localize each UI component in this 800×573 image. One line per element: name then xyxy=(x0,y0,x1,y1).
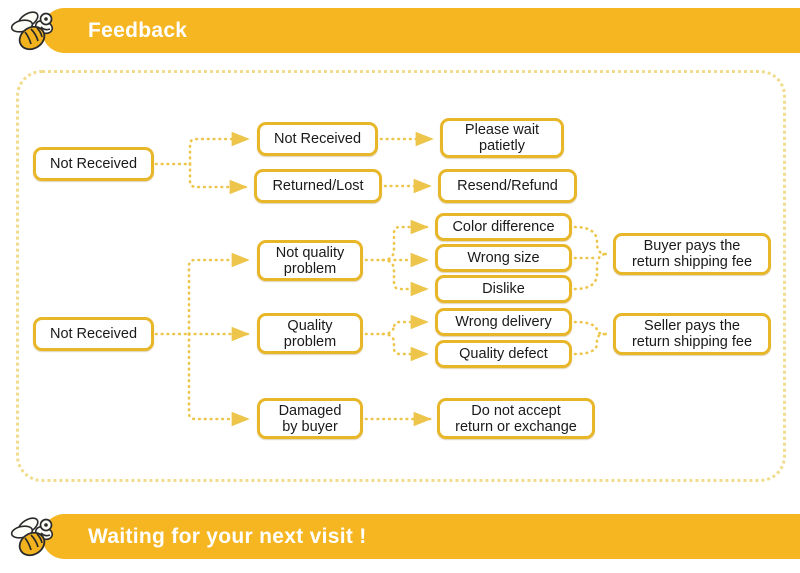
header-title: Feedback xyxy=(88,19,188,42)
flow-node-do-not-accept: Do not accept return or exchange xyxy=(437,398,595,439)
flow-node-resend-refund: Resend/Refund xyxy=(438,169,577,203)
diagram-frame xyxy=(16,70,786,482)
flow-node-buyer-pays-fee: Buyer pays the return shipping fee xyxy=(613,233,771,275)
flow-node-color-difference: Color difference xyxy=(435,213,572,241)
flow-node-seller-pays-fee: Seller pays the return shipping fee xyxy=(613,313,771,355)
flow-node-quality-defect: Quality defect xyxy=(435,340,572,368)
flow-node-wrong-size: Wrong size xyxy=(435,244,572,272)
flow-node-quality-problem: Quality problem xyxy=(257,313,363,354)
header-banner: Feedback xyxy=(0,8,800,53)
flow-node-returned-lost: Returned/Lost xyxy=(254,169,382,203)
bee-icon xyxy=(10,517,54,557)
footer-banner: Waiting for your next visit ! xyxy=(0,514,800,559)
flow-node-please-wait: Please wait patietly xyxy=(440,118,564,158)
flow-node-damaged-by-buyer: Damaged by buyer xyxy=(257,398,363,439)
header-watermark xyxy=(614,12,744,46)
flow-node-dislike: Dislike xyxy=(435,275,572,303)
flow-node-wrong-delivery: Wrong delivery xyxy=(435,308,572,336)
footer-title: Waiting for your next visit ! xyxy=(88,525,367,548)
bee-icon xyxy=(10,11,54,51)
flow-node-not-received-bottom: Not Received xyxy=(33,317,154,351)
flow-node-not-received-2: Not Received xyxy=(257,122,378,156)
flow-node-not-received-top: Not Received xyxy=(33,147,154,181)
flow-node-not-quality-problem: Not quality problem xyxy=(257,240,363,281)
